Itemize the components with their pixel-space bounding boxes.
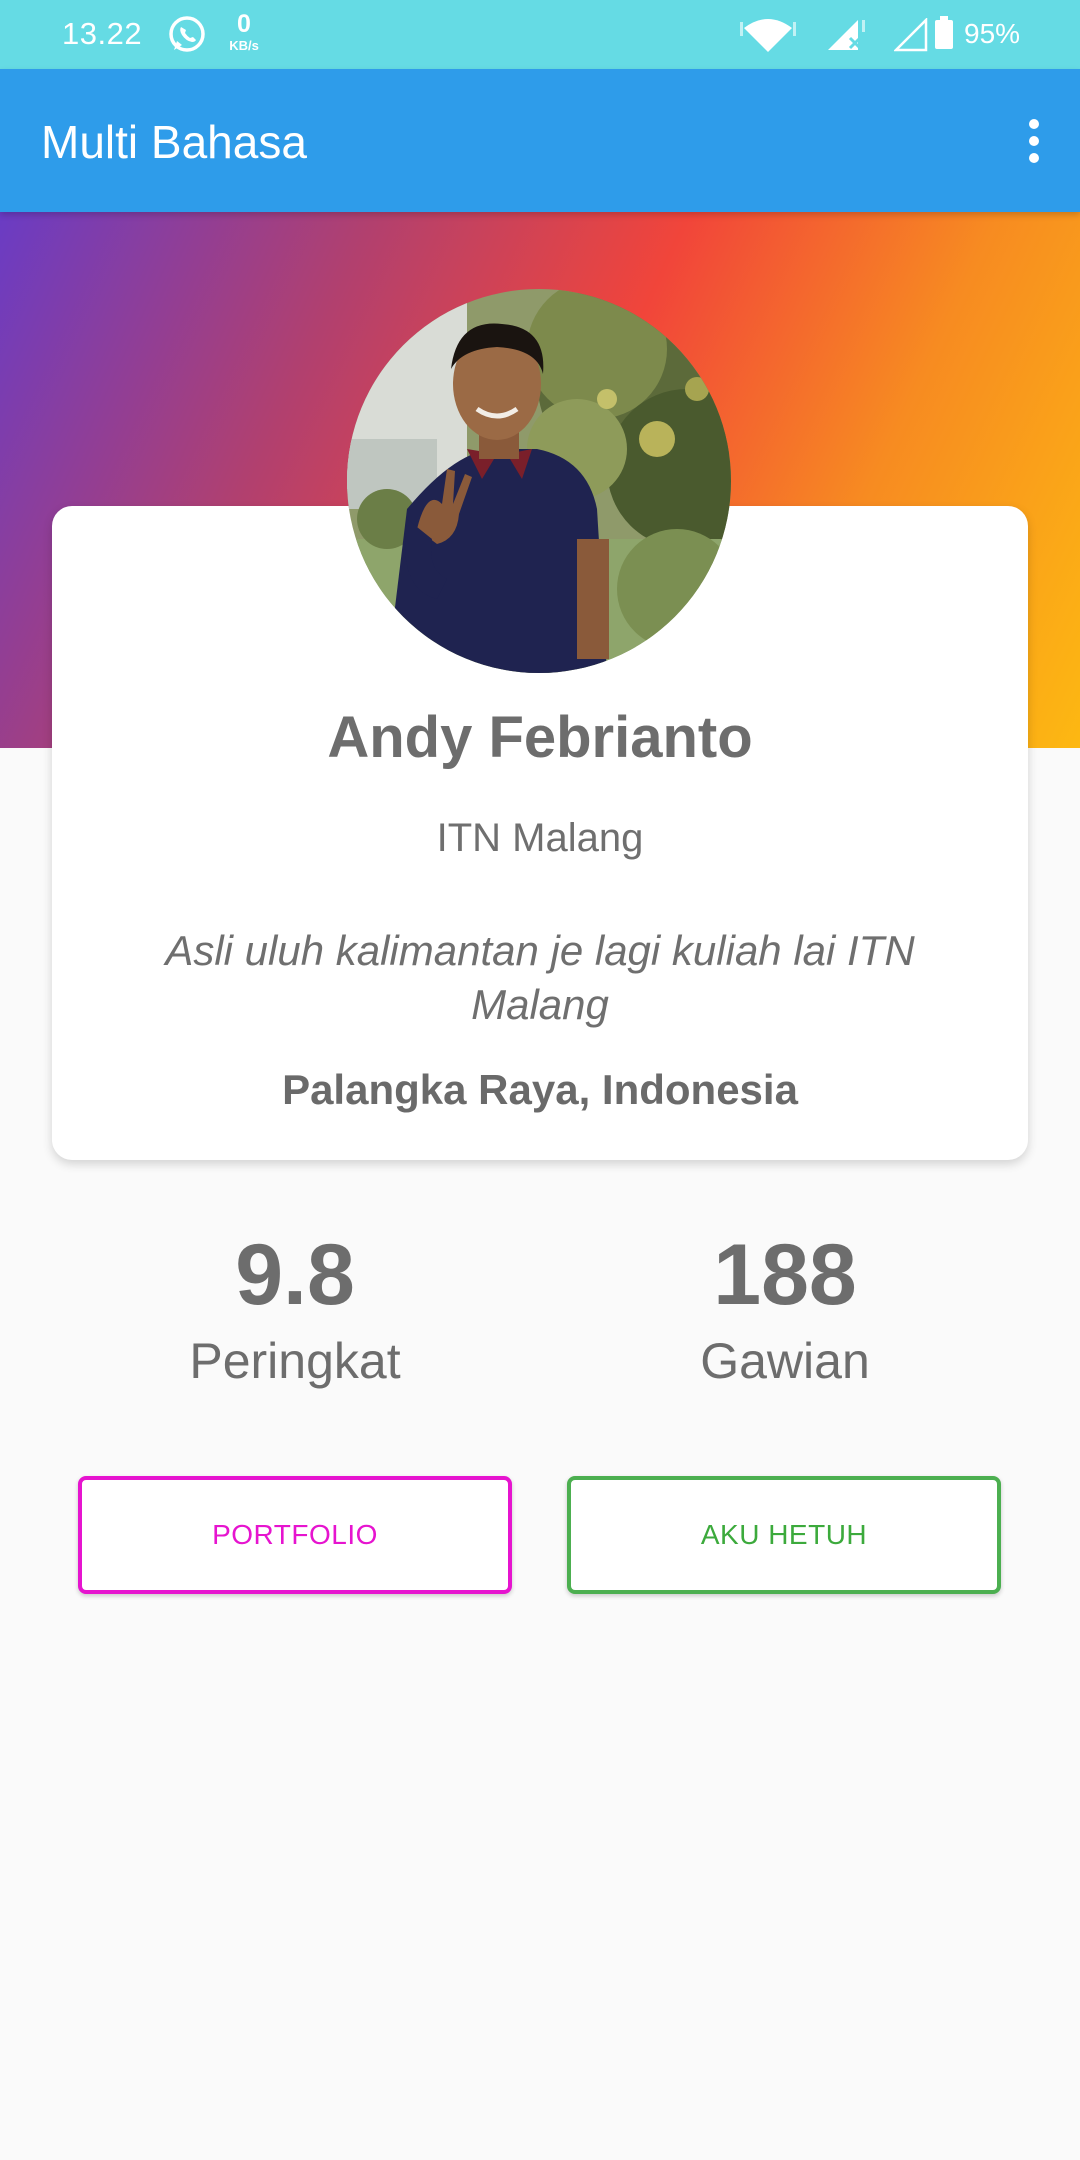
rating-value: 9.8 xyxy=(235,1227,355,1323)
portfolio-button[interactable]: PORTFOLIO xyxy=(78,1476,512,1594)
about-me-button[interactable]: AKU HETUH xyxy=(567,1476,1001,1594)
rating-label: Peringkat xyxy=(189,1333,401,1389)
net-speed-indicator: 0 KB/s xyxy=(224,10,264,53)
rating-stat: 9.8 Peringkat xyxy=(95,1220,495,1392)
more-vert-icon[interactable] xyxy=(998,105,1070,177)
work-value: 188 xyxy=(713,1227,857,1323)
profile-avatar xyxy=(347,289,731,673)
net-speed-value: 0 xyxy=(237,10,251,38)
battery-percentage: 95% xyxy=(964,18,1021,49)
app-bar: Multi Bahasa xyxy=(0,69,1080,212)
status-time: 13.22 xyxy=(62,16,143,51)
wifi-icon xyxy=(740,19,796,52)
signal-icon xyxy=(828,20,865,50)
profile-organization: ITN Malang xyxy=(436,816,644,860)
profile-name: Andy Febrianto xyxy=(327,705,753,770)
work-label: Gawian xyxy=(700,1333,870,1389)
status-bar: 13.22 0 KB/s 95% xyxy=(0,0,1080,69)
battery-icon xyxy=(935,16,953,49)
app-title: Multi Bahasa xyxy=(41,116,307,168)
whatsapp-icon xyxy=(169,16,205,52)
work-stat: 188 Gawian xyxy=(585,1220,985,1392)
net-speed-unit: KB/s xyxy=(229,38,259,53)
profile-bio: Asli uluh kalimantan je lagi kuliah lai … xyxy=(165,927,915,1028)
signal-icon-secondary xyxy=(894,18,928,52)
profile-location: Palangka Raya, Indonesia xyxy=(282,1066,798,1113)
